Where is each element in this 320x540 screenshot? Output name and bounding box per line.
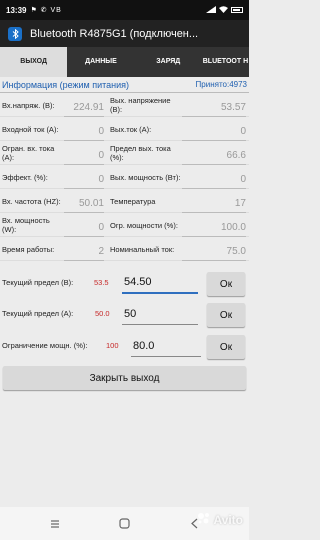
reading-value: 0 — [182, 117, 246, 141]
reading-row: Эффект. (%): 0 Вых. мощность (Вт): 0 — [0, 165, 249, 189]
reading-label: Вх. мощность (W): — [2, 216, 50, 234]
reading-value: 0 — [64, 117, 104, 141]
reading-row: Вх. частота (HZ): 50.01 Температура 17 — [0, 189, 249, 213]
avito-watermark: Avito — [197, 512, 243, 527]
reading-value: 100.0 — [182, 213, 246, 237]
reading-row: Вх. мощность (W): 0 Огр. мощности (%): 1… — [0, 213, 249, 237]
reading-label: Вых. напряжение (В): — [110, 96, 171, 114]
reading-value: 0 — [64, 141, 104, 165]
reading-label: Эффект. (%): — [2, 172, 48, 182]
tab-bluetooth[interactable]: BLUETOOT H — [202, 47, 249, 77]
app-title: Bluetooth R4875G1 (подключен... — [30, 27, 199, 40]
reading-label: Вых.ток (А): — [110, 124, 152, 134]
power-limit-label: Ограничение мощн. (%): — [2, 341, 88, 350]
info-title: Информация (режим питания) — [2, 79, 130, 90]
voltage-limit-row: Текущий предел (В): 53.5 Ок — [0, 272, 249, 296]
reading-row: Входной ток (А): 0 Вых.ток (А): 0 — [0, 117, 249, 141]
reading-label: Огр. мощности (%): — [110, 220, 178, 230]
reading-label: Входной ток (А): — [2, 124, 59, 134]
reading-label: Температура — [110, 196, 156, 206]
power-limit-input[interactable] — [131, 335, 201, 357]
tab-charge[interactable]: ЗАРЯД — [135, 47, 202, 77]
power-limit-row: Ограничение мощн. (%): 100 Ок — [0, 335, 249, 359]
clock: 13:39 — [6, 5, 27, 15]
notification-icons: ⚑ ✆ VB — [30, 7, 62, 14]
tab-bar: ВЫХОД ДАННЫЕ ЗАРЯД BLUETOOT H — [0, 47, 249, 77]
reading-value: 75.0 — [182, 237, 246, 261]
current-limit-ok-button[interactable]: Ок — [207, 303, 245, 327]
tab-data[interactable]: ДАННЫЕ — [67, 47, 134, 77]
signal-icon — [206, 5, 216, 15]
current-limit-row: Текущий предел (А): 50.0 Ок — [0, 303, 249, 327]
reading-row: Огран. вх. тока (А): 0 Предел вых. тока … — [0, 141, 249, 165]
voltage-limit-input[interactable] — [122, 272, 198, 294]
voltage-limit-ok-button[interactable]: Ок — [207, 272, 245, 296]
reading-value: 0 — [182, 165, 246, 189]
reading-row: Вх.напряж. (В): 224.91 Вых. напряжение (… — [0, 93, 249, 117]
current-limit-label: Текущий предел (А): — [2, 309, 74, 318]
reading-value: 224.91 — [64, 93, 104, 117]
reading-value: 2 — [64, 237, 104, 261]
readings-grid: Вх.напряж. (В): 224.91 Вых. напряжение (… — [0, 93, 249, 261]
close-output-button[interactable]: Закрыть выход — [3, 366, 246, 390]
bluetooth-icon — [8, 26, 22, 41]
info-header: Информация (режим питания) Принято:4973 — [0, 77, 249, 93]
reading-value: 66.6 — [182, 141, 246, 165]
reading-label: Предел вых. тока (%): — [110, 144, 171, 162]
reading-label: Огран. вх. тока (А): — [2, 144, 55, 162]
home-icon[interactable] — [118, 518, 130, 530]
reading-label: Вх.напряж. (В): — [2, 100, 55, 110]
reading-label: Время работы: — [2, 244, 55, 254]
reading-value: 50.01 — [64, 189, 104, 213]
battery-icon — [231, 7, 243, 13]
current-limit-current: 50.0 — [95, 309, 110, 318]
accepted-counter: Принято:4973 — [195, 80, 247, 89]
avito-logo-icon — [197, 512, 211, 527]
reading-label: Номинальный ток: — [110, 244, 175, 254]
recent-apps-icon[interactable] — [49, 518, 61, 530]
reading-value: 53.57 — [182, 93, 246, 117]
tab-output[interactable]: ВЫХОД — [0, 47, 68, 77]
reading-value: 0 — [64, 165, 104, 189]
current-limit-input[interactable] — [122, 303, 198, 325]
status-bar: 13:39 ⚑ ✆ VB — [0, 0, 249, 20]
power-limit-current: 100 — [106, 341, 119, 350]
power-limit-ok-button[interactable]: Ок — [207, 335, 245, 359]
reading-value: 17 — [182, 189, 246, 213]
wifi-icon — [219, 5, 228, 15]
reading-label: Вых. мощность (Вт): — [110, 172, 181, 182]
voltage-limit-current: 53.5 — [94, 278, 109, 287]
reading-row: Время работы: 2 Номинальный ток: 75.0 — [0, 237, 249, 261]
app-bar: Bluetooth R4875G1 (подключен... — [0, 20, 249, 47]
avito-watermark-text: Avito — [213, 512, 243, 527]
reading-label: Вх. частота (HZ): — [2, 196, 61, 206]
reading-value: 0 — [64, 213, 104, 237]
voltage-limit-label: Текущий предел (В): — [2, 278, 74, 287]
